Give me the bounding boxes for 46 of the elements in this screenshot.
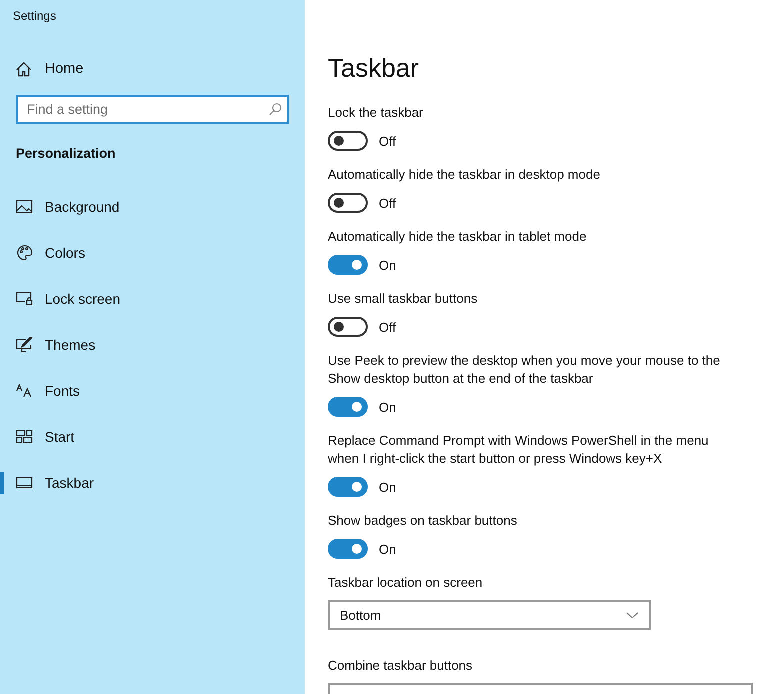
setting-label: Show badges on taskbar buttons <box>328 512 518 530</box>
setting-label: Replace Command Prompt with Windows PowerShell in the menu when I right-click the start button or press Windows key+X <box>328 432 710 468</box>
search-field[interactable]: Find a setting <box>16 95 289 124</box>
dropdown[interactable]: Bottom <box>328 600 651 630</box>
home-icon <box>16 62 32 76</box>
setting-label: Use small taskbar buttons <box>328 290 478 308</box>
toggle-switch[interactable] <box>328 317 368 337</box>
chevron-down-icon <box>626 612 639 618</box>
setting-label: Lock the taskbar <box>328 104 424 122</box>
toggle-switch[interactable] <box>328 477 368 497</box>
search-icon <box>269 103 282 116</box>
toggle-state: Off <box>379 196 396 210</box>
toggle-state: On <box>379 480 396 494</box>
setting-label: Automatically hide the taskbar in desktop mode <box>328 166 600 184</box>
sidebar-item[interactable]: Lock screen <box>0 288 305 310</box>
setting-label: Taskbar location on screen <box>328 574 483 592</box>
sidebar-item[interactable]: Background <box>0 196 305 218</box>
palette-icon <box>16 245 32 261</box>
tiles-icon <box>16 430 33 444</box>
toggle-switch[interactable] <box>328 131 368 151</box>
page-title: Taskbar <box>328 52 420 85</box>
window-title: Settings <box>13 9 58 23</box>
toggle-switch[interactable] <box>328 193 368 213</box>
sidebar-item[interactable]: Start <box>0 426 305 448</box>
toggle-switch[interactable] <box>328 539 368 559</box>
sidebar-item[interactable]: Colors <box>0 242 305 264</box>
lock-screen-icon <box>16 292 33 306</box>
sidebar-item[interactable]: Themes <box>0 334 305 356</box>
sidebar-item[interactable]: Fonts <box>0 380 305 402</box>
toggle-switch[interactable] <box>328 397 368 417</box>
brush-icon <box>16 337 33 353</box>
taskbar-icon <box>16 477 33 489</box>
toggle-state: On <box>379 258 396 272</box>
toggle-switch[interactable] <box>328 255 368 275</box>
toggle-state: Off <box>379 134 396 148</box>
toggle-state: Off <box>379 320 396 334</box>
setting-label: Use Peek to preview the desktop when you move your mouse to the Show desktop button at the end of the taskbar <box>328 352 722 388</box>
setting-label: Automatically hide the taskbar in tablet mode <box>328 228 587 246</box>
toggle-state: On <box>379 542 396 556</box>
setting-label: Combine taskbar buttons <box>328 657 473 675</box>
home-link[interactable]: Home <box>16 61 84 77</box>
section-heading: Personalization <box>16 146 116 161</box>
picture-icon <box>16 200 33 214</box>
fonts-icon <box>16 384 33 398</box>
sidebar-item[interactable]: Taskbar <box>0 472 305 494</box>
toggle-state: On <box>379 400 396 414</box>
